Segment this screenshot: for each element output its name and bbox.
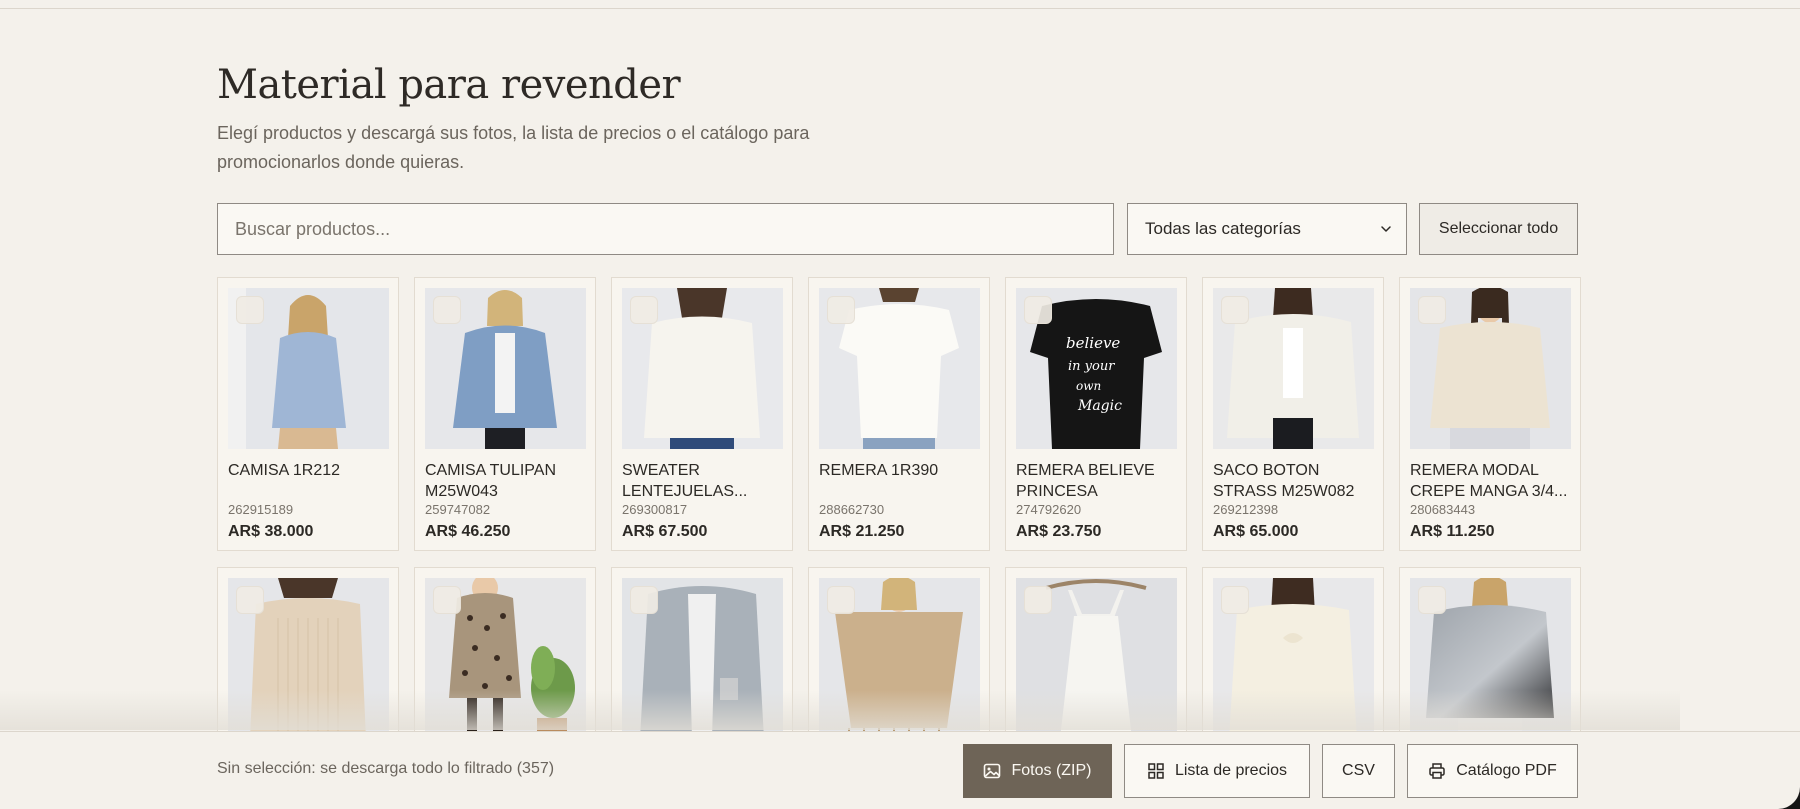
price-list-button[interactable]: Lista de precios (1124, 744, 1310, 798)
product-select-checkbox[interactable] (630, 296, 658, 324)
product-price: AR$ 23.750 (1016, 523, 1102, 540)
page-subtitle: Elegí productos y descargá sus fotos, la… (217, 123, 810, 172)
svg-text:believe: believe (1066, 334, 1120, 352)
product-select-checkbox[interactable] (827, 296, 855, 324)
grid-icon (1148, 763, 1164, 779)
product-sku: 288662730 (819, 502, 885, 517)
product-price: AR$ 46.250 (425, 523, 511, 540)
product-select-checkbox[interactable] (1418, 296, 1446, 324)
product-photo (1410, 288, 1571, 449)
svg-text:Magic: Magic (1077, 398, 1122, 414)
photos-zip-button[interactable]: Fotos (ZIP) (963, 744, 1112, 798)
product-price: AR$ 38.000 (228, 523, 314, 540)
image-icon (984, 763, 1001, 779)
search-field[interactable] (217, 203, 1114, 255)
product-name: CAMISA 1R212 (228, 462, 341, 479)
product-select-checkbox[interactable] (236, 296, 264, 324)
search-input[interactable] (235, 218, 1096, 240)
product-photo (819, 288, 980, 449)
csv-label: CSV (1342, 762, 1375, 779)
product-card[interactable]: CAMISA TULIPAN M25W043 259747082 AR$ 46.25… (414, 277, 596, 551)
product-select-checkbox[interactable] (1418, 586, 1446, 614)
download-bar: Sin selección: se descarga todo lo filtr… (0, 731, 1800, 809)
product-card[interactable]: REMERA MODAL CREPE MANGA 3/4... 280683443… (1399, 277, 1581, 551)
product-price: AR$ 65.000 (1213, 523, 1299, 540)
product-price: AR$ 67.500 (622, 523, 708, 540)
product-price: AR$ 11.250 (1410, 523, 1495, 540)
csv-button[interactable]: CSV (1322, 744, 1395, 798)
product-photo (622, 288, 783, 449)
product-sku: 269212398 (1213, 502, 1279, 517)
product-select-checkbox[interactable] (827, 586, 855, 614)
filter-toolbar: Todas las categorías Seleccionar todo (217, 203, 1578, 255)
product-price: AR$ 21.250 (819, 523, 905, 540)
product-name: SACO BOTON STRASS M25W082 (1213, 462, 1355, 500)
product-photo (1213, 288, 1374, 449)
product-sku: 259747082 (425, 502, 491, 517)
product-card[interactable]: REMERA 1R390 288662730 AR$ 21.250 (808, 277, 990, 551)
printer-icon (1429, 763, 1445, 779)
product-select-checkbox[interactable] (236, 586, 264, 614)
product-name: REMERA MODAL CREPE MANGA 3/4... (1410, 462, 1568, 500)
product-card[interactable]: SACO BOTON STRASS M25W082 269212398 AR$ 65… (1202, 277, 1384, 551)
product-sku: 269300817 (622, 502, 688, 517)
select-all-button[interactable]: Seleccionar todo (1419, 203, 1578, 255)
product-select-checkbox[interactable] (1024, 296, 1052, 324)
product-select-checkbox[interactable] (1024, 586, 1052, 614)
product-card[interactable]: believe in your own Magic REMERA BELIEVE PRI… (1005, 277, 1187, 551)
photos-zip-label: Fotos (ZIP) (1011, 762, 1092, 779)
catalog-pdf-button[interactable]: Catálogo PDF (1407, 744, 1578, 798)
product-name: REMERA BELIEVE PRINCESA (1016, 462, 1155, 500)
product-select-checkbox[interactable] (433, 586, 461, 614)
svg-text:own: own (1076, 379, 1101, 393)
header-divider (0, 8, 1800, 9)
catalog-pdf-label: Catálogo PDF (1456, 762, 1557, 779)
product-select-checkbox[interactable] (630, 586, 658, 614)
product-name: SWEATER LENTEJUELAS... (622, 462, 748, 500)
product-select-checkbox[interactable] (1221, 296, 1249, 324)
product-photo (228, 288, 389, 449)
category-select-value: Todas las categorías (1145, 219, 1301, 238)
product-photo (425, 288, 586, 449)
svg-text:in your: in your (1068, 359, 1115, 374)
price-list-label: Lista de precios (1174, 762, 1288, 779)
product-card[interactable]: SWEATER LENTEJUELAS... 269300817 AR$ 67.50… (611, 277, 793, 551)
chevron-down-icon (1381, 226, 1391, 232)
window-corner (1778, 787, 1800, 809)
scroll-fade (0, 690, 1680, 730)
product-sku: 274792620 (1016, 502, 1082, 517)
product-name: REMERA 1R390 (819, 462, 939, 479)
product-sku: 280683443 (1410, 502, 1476, 517)
product-select-checkbox[interactable] (433, 296, 461, 324)
product-photo: believe in your own Magic (1016, 288, 1177, 449)
category-select[interactable]: Todas las categorías (1127, 203, 1407, 255)
product-select-checkbox[interactable] (1221, 586, 1249, 614)
product-name: CAMISA TULIPAN M25W043 (425, 462, 556, 500)
page-title: Material para revender (217, 62, 681, 108)
selection-status: Sin selección: se descarga todo lo filtr… (217, 760, 555, 777)
product-sku: 262915189 (228, 502, 294, 517)
product-card[interactable]: CAMISA 1R212 262915189 AR$ 38.000 (217, 277, 399, 551)
